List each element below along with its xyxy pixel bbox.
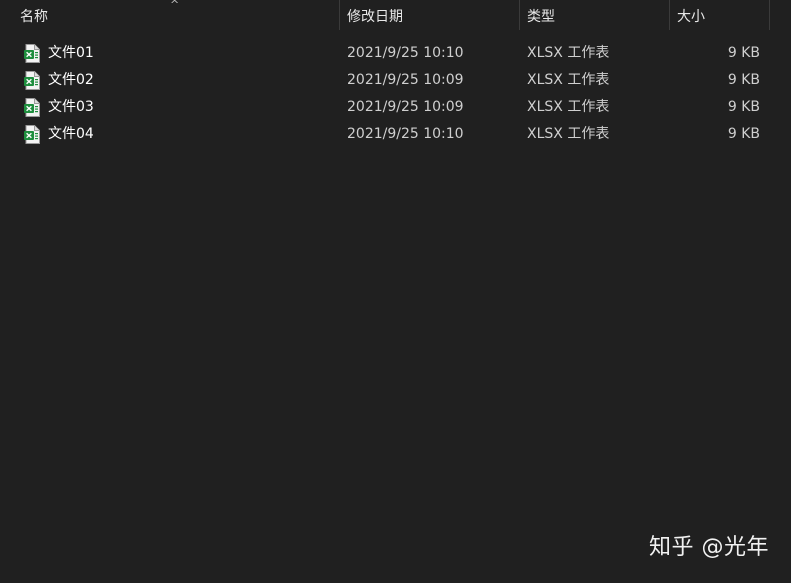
file-name[interactable]: 文件02 — [48, 67, 94, 94]
file-list: 文件01 2021/9/25 10:10 XLSX 工作表 9 KB 文件02 … — [0, 40, 791, 148]
file-explorer-window: 名称 ^ 修改日期 类型 大小 文件01 2021/9/25 10:10 XLS… — [0, 0, 791, 583]
file-name[interactable]: 文件04 — [48, 121, 94, 148]
file-row[interactable]: 文件03 2021/9/25 10:09 XLSX 工作表 9 KB — [0, 94, 791, 121]
column-header-size[interactable]: 大小 — [671, 0, 769, 34]
file-type: XLSX 工作表 — [527, 72, 610, 88]
column-header-type[interactable]: 类型 — [521, 0, 669, 34]
column-separator[interactable] — [339, 0, 340, 30]
file-modified-date: 2021/9/25 10:09 — [347, 99, 464, 115]
column-separator[interactable] — [669, 0, 670, 30]
xlsx-file-icon — [24, 71, 40, 90]
file-row[interactable]: 文件04 2021/9/25 10:10 XLSX 工作表 9 KB — [0, 121, 791, 148]
column-header-bar: 名称 ^ 修改日期 类型 大小 — [0, 0, 791, 34]
file-type: XLSX 工作表 — [527, 99, 610, 115]
file-size: 9 KB — [727, 126, 760, 142]
file-size: 9 KB — [727, 99, 760, 115]
column-header-date-label: 修改日期 — [347, 9, 403, 25]
xlsx-file-icon — [24, 98, 40, 117]
column-header-size-label: 大小 — [677, 9, 705, 25]
column-header-date[interactable]: 修改日期 — [341, 0, 519, 34]
column-header-name-label: 名称 — [20, 9, 48, 25]
sort-ascending-icon: ^ — [170, 0, 180, 11]
file-size: 9 KB — [727, 45, 760, 61]
xlsx-file-icon — [24, 44, 40, 63]
file-modified-date: 2021/9/25 10:10 — [347, 45, 464, 61]
file-name[interactable]: 文件03 — [48, 94, 94, 121]
file-modified-date: 2021/9/25 10:09 — [347, 72, 464, 88]
file-type: XLSX 工作表 — [527, 45, 610, 61]
column-separator[interactable] — [769, 0, 770, 30]
file-modified-date: 2021/9/25 10:10 — [347, 126, 464, 142]
file-type: XLSX 工作表 — [527, 126, 610, 142]
column-header-type-label: 类型 — [527, 9, 555, 25]
file-row[interactable]: 文件01 2021/9/25 10:10 XLSX 工作表 9 KB — [0, 40, 791, 67]
file-size: 9 KB — [727, 72, 760, 88]
xlsx-file-icon — [24, 125, 40, 144]
file-name[interactable]: 文件01 — [48, 40, 94, 67]
column-separator[interactable] — [519, 0, 520, 30]
watermark-text: 知乎 @光年 — [649, 535, 769, 560]
file-row[interactable]: 文件02 2021/9/25 10:09 XLSX 工作表 9 KB — [0, 67, 791, 94]
